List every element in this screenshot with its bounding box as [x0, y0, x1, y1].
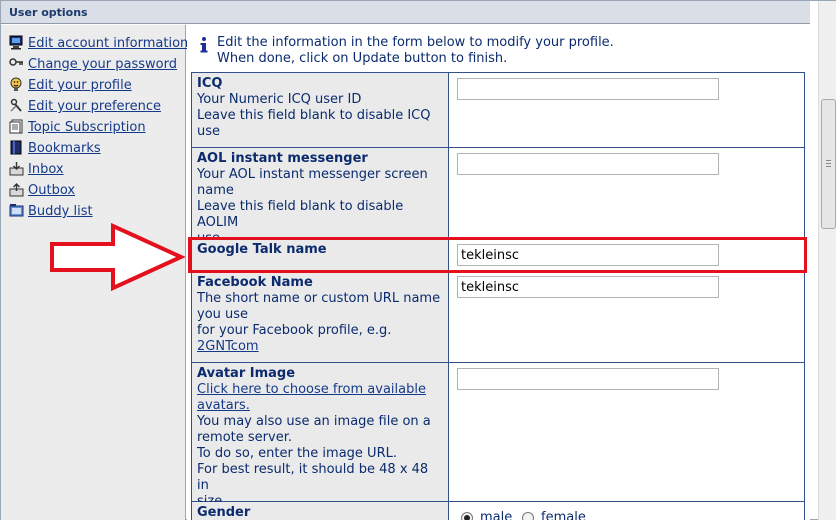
- gender-male-label[interactable]: male: [480, 510, 512, 520]
- scrollbar-grip: [826, 160, 831, 161]
- aol-label-cell: AOL instant messenger Your AOL instant m…: [192, 148, 449, 246]
- header-bar: User options: [1, 1, 810, 24]
- sidebar-item-label[interactable]: Inbox: [28, 162, 64, 177]
- scrollbar-thumb[interactable]: [821, 99, 836, 229]
- info-message: Edit the information in the form below t…: [217, 35, 614, 67]
- avatar-input-cell: [450, 363, 804, 501]
- tools-icon: [10, 98, 22, 112]
- gender-input-cell: male female: [450, 502, 804, 520]
- info-icon: [200, 37, 208, 53]
- form-row-aol: AOL instant messenger Your AOL instant m…: [192, 148, 804, 246]
- facebook-desc: The short name or custom URL name: [197, 291, 441, 306]
- sidebar-item-label[interactable]: Topic Subscription: [28, 120, 146, 135]
- aol-desc: name: [197, 183, 234, 198]
- form-row-facebook: Facebook Name The short name or custom U…: [192, 272, 804, 363]
- gender-label: Gender: [197, 505, 251, 520]
- icq-label-cell: ICQ Your Numeric ICQ user ID Leave this …: [192, 73, 449, 147]
- sidebar-item-label[interactable]: Bookmarks: [28, 141, 101, 156]
- sidebar-item-label[interactable]: Change your password: [28, 57, 177, 72]
- facebook-example-link[interactable]: 2GNTcom: [197, 339, 443, 355]
- form-row-avatar: Avatar Image Click here to choose from a…: [192, 363, 804, 509]
- icq-desc: use: [197, 124, 221, 139]
- avatar-desc: remote server.: [197, 430, 292, 445]
- sidebar-item-label[interactable]: Buddy list: [28, 204, 93, 219]
- aol-label: AOL instant messenger: [197, 151, 368, 166]
- sidebar-item-label[interactable]: Edit account information: [28, 36, 188, 51]
- icq-input-cell: [450, 73, 804, 147]
- document-icon: [9, 119, 23, 134]
- facebook-input-cell: [450, 272, 804, 362]
- sidebar-item-change-password[interactable]: Change your password: [7, 55, 185, 75]
- gender-female-label[interactable]: female: [541, 510, 586, 520]
- facebook-input[interactable]: [457, 276, 719, 298]
- inbox-icon: [9, 162, 24, 176]
- avatar-desc: To do so, enter the image URL.: [197, 446, 397, 461]
- avatar-desc: You may also use an image file on a: [197, 414, 431, 429]
- aol-input-cell: [450, 148, 804, 238]
- gender-label-cell: Gender: [192, 502, 449, 520]
- aol-desc: Leave this field blank to disable AOLIM: [197, 199, 404, 230]
- info-line-2: When done, click on Update button to fin…: [217, 51, 508, 66]
- avatar-desc: For best result, it should be 48 x 48 in: [197, 462, 429, 493]
- sidebar-item-buddy-list[interactable]: Buddy list: [7, 202, 185, 222]
- key-icon: [9, 58, 23, 66]
- sidebar-item-edit-account[interactable]: Edit account information: [7, 34, 188, 54]
- sidebar-item-outbox[interactable]: Outbox: [7, 181, 185, 201]
- form-row-gender: Gender male female: [192, 502, 804, 520]
- profile-form: ICQ Your Numeric ICQ user ID Leave this …: [191, 72, 805, 520]
- icq-label: ICQ: [197, 76, 223, 91]
- aol-desc: Your AOL instant messenger screen: [197, 167, 428, 182]
- choose-avatar-link[interactable]: avatars.: [197, 398, 443, 414]
- facebook-label-cell: Facebook Name The short name or custom U…: [192, 272, 449, 362]
- arrow-annotation: [50, 223, 185, 291]
- sidebar-item-label[interactable]: Edit your profile: [28, 78, 132, 93]
- gender-female-radio[interactable]: [522, 512, 534, 520]
- sidebar-item-label[interactable]: Outbox: [28, 183, 75, 198]
- facebook-desc: you use: [197, 307, 249, 322]
- aol-input[interactable]: [457, 153, 719, 175]
- sidebar-item-bookmarks[interactable]: Bookmarks: [7, 139, 185, 159]
- avatar-url-input[interactable]: [457, 368, 719, 390]
- avatar-label: Avatar Image: [197, 366, 296, 381]
- gender-male-radio[interactable]: [461, 512, 473, 520]
- sidebar-item-label[interactable]: Edit your preference: [28, 99, 161, 114]
- facebook-label: Facebook Name: [197, 275, 313, 290]
- icq-input[interactable]: [457, 78, 719, 100]
- scrollbar-grip: [826, 163, 831, 164]
- sidebar-item-inbox[interactable]: Inbox: [7, 160, 185, 180]
- sidebar-item-edit-profile[interactable]: Edit your profile: [7, 76, 185, 96]
- scrollbar-grip: [826, 166, 831, 167]
- choose-avatar-link[interactable]: Click here to choose from available: [197, 382, 443, 398]
- monitor-icon: [9, 35, 23, 50]
- facebook-desc: for your Facebook profile, e.g.: [197, 323, 392, 338]
- highlight-box: [188, 237, 807, 273]
- profile-icon: [10, 77, 22, 91]
- window-frame: User options Edit account information Ch…: [0, 0, 836, 520]
- icq-desc: Leave this field blank to disable ICQ: [197, 108, 431, 123]
- avatar-label-cell: Avatar Image Click here to choose from a…: [192, 363, 449, 509]
- outbox-icon: [9, 183, 24, 197]
- sidebar-item-edit-preference[interactable]: Edit your preference: [7, 97, 185, 117]
- icq-desc: Your Numeric ICQ user ID: [197, 92, 362, 107]
- info-line-1: Edit the information in the form below t…: [217, 35, 614, 50]
- sidebar-item-topic-subscription[interactable]: Topic Subscription: [7, 118, 185, 138]
- vertical-scrollbar[interactable]: [818, 1, 836, 520]
- header-title: User options: [9, 6, 88, 19]
- form-row-icq: ICQ Your Numeric ICQ user ID Leave this …: [192, 73, 804, 148]
- bookmark-icon: [10, 140, 22, 155]
- buddy-icon: [9, 204, 24, 217]
